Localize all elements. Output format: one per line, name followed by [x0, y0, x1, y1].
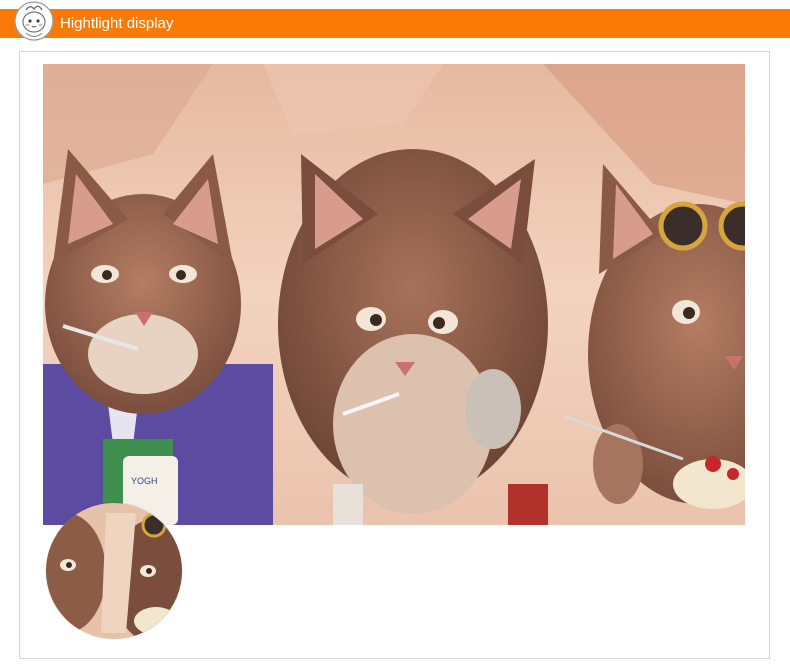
svg-text:YOGH: YOGH: [131, 476, 158, 486]
round-cat-thumbnail[interactable]: [46, 503, 182, 639]
section-header-bar: Hightlight display: [0, 9, 790, 38]
section-title: Hightlight display: [60, 15, 174, 32]
three-cats-poster-image: YOGH: [43, 64, 745, 525]
mascot-logo-icon: [12, 0, 56, 42]
